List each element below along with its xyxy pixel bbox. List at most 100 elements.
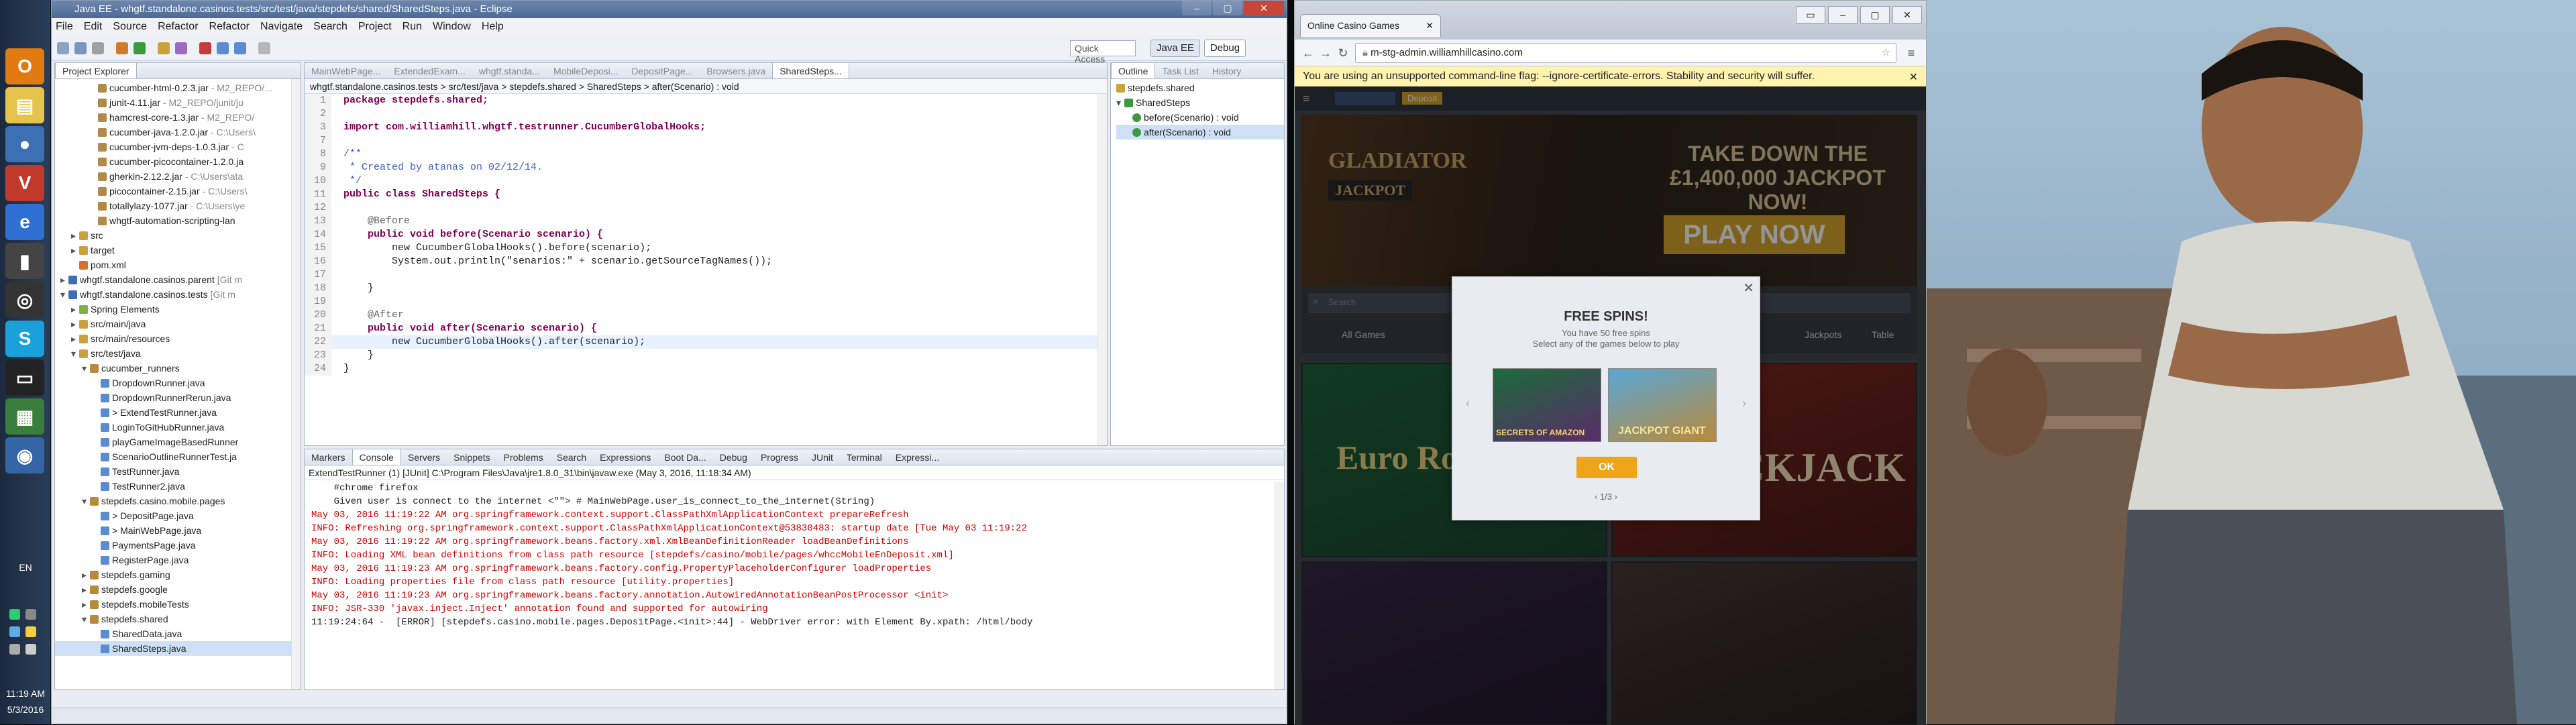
chrome-menu-icon[interactable]: ≡ — [1903, 45, 1919, 61]
minimize-button[interactable]: – — [1182, 1, 1212, 15]
tray-app-icon[interactable] — [25, 609, 36, 620]
open-type-icon[interactable] — [158, 42, 170, 54]
tree-row[interactable]: hamcrest-core-1.3.jar - M2_REPO/ — [55, 110, 301, 125]
menu-help[interactable]: Help — [482, 21, 504, 33]
tab-main-web-page[interactable]: MainWebPage... — [305, 63, 387, 78]
tree-row[interactable]: ▸ src — [55, 228, 301, 243]
tree-row[interactable]: ScenarioOutlineRunnerTest.ja — [55, 449, 301, 464]
terminal-app-icon[interactable]: ▭ — [5, 359, 44, 396]
cmd-app-icon[interactable]: ▮ — [5, 243, 44, 279]
tree-row[interactable]: pom.xml — [55, 258, 301, 272]
modal-next-arrow-icon[interactable]: › — [1742, 396, 1746, 410]
tab-console-view[interactable]: Terminal — [840, 449, 889, 465]
search-icon[interactable] — [175, 42, 187, 54]
tab-console-view[interactable]: Servers — [401, 449, 447, 465]
menu-window[interactable]: Window — [433, 21, 471, 33]
project-tree-scrollbar[interactable] — [291, 79, 301, 689]
tab-console-view[interactable]: Problems — [497, 449, 550, 465]
tree-row[interactable]: cucumber-java-1.2.0.jar - C:\Users\ — [55, 125, 301, 140]
quick-access-input[interactable]: Quick Access — [1070, 40, 1136, 64]
tab-whgtf-standa[interactable]: whgtf.standa... — [472, 63, 547, 78]
tree-row[interactable]: ▸ src/main/java — [55, 317, 301, 331]
tree-row[interactable]: ▸ whgtf.standalone.casinos.parent [Git m — [55, 272, 301, 287]
tab-mobile-deposi[interactable]: MobileDeposi... — [547, 63, 625, 78]
tree-row[interactable]: cucumber-jvm-deps-1.0.3.jar - C — [55, 140, 301, 154]
code-line[interactable]: 7 — [305, 134, 1107, 148]
editor-scrollbar[interactable] — [1097, 94, 1107, 445]
tree-toggle-icon[interactable]: ▸ — [82, 582, 90, 597]
code-line[interactable]: 13 @Before — [305, 215, 1107, 228]
tab-project-explorer[interactable]: Project Explorer — [55, 63, 137, 78]
tab-console-view[interactable]: Console — [352, 449, 401, 465]
blue-app-icon[interactable]: e — [5, 204, 44, 240]
game-jackpot-giant[interactable]: JACKPOT GIANT — [1608, 368, 1717, 442]
menu-source[interactable]: Source — [113, 21, 147, 33]
code-line[interactable]: 24} — [305, 362, 1107, 376]
tree-row[interactable]: junit-4.11.jar - M2_REPO/junit/ju — [55, 95, 301, 110]
perspective-java-ee[interactable]: Java EE — [1150, 40, 1200, 57]
tab-console-view[interactable]: Markers — [305, 449, 352, 465]
menu-project[interactable]: Project — [358, 21, 392, 33]
chrome-close-button[interactable]: ✕ — [1892, 6, 1922, 23]
code-line[interactable]: 21 public void after(Scenario scenario) … — [305, 322, 1107, 335]
tree-row[interactable]: whgtf-automation-scripting-lan — [55, 213, 301, 228]
tree-toggle-icon[interactable]: ▾ — [82, 612, 90, 626]
code-line[interactable]: 2 — [305, 107, 1107, 121]
tree-row[interactable]: cucumber-html-0.2.3.jar - M2_REPO/... — [55, 80, 301, 95]
tab-console-view[interactable]: Progress — [754, 449, 805, 465]
outline-package[interactable]: stepdefs.shared — [1116, 80, 1284, 95]
code-line[interactable]: 12 — [305, 201, 1107, 215]
tray-sync-icon[interactable] — [9, 626, 20, 637]
tree-toggle-icon[interactable]: ▸ — [82, 597, 90, 612]
debug-icon[interactable] — [116, 42, 128, 54]
tree-row[interactable]: ▸ src/main/resources — [55, 331, 301, 346]
reload-icon[interactable]: ↻ — [1335, 45, 1351, 61]
tree-toggle-icon[interactable]: ▾ — [71, 346, 79, 361]
tab-extended-exam[interactable]: ExtendedExam... — [387, 63, 472, 78]
tree-row[interactable]: SharedSteps.java — [55, 641, 301, 656]
forward-icon[interactable] — [234, 42, 246, 54]
tray-flag-icon[interactable] — [9, 644, 20, 655]
tray-network-icon[interactable] — [9, 609, 20, 620]
tab-close-icon[interactable]: ✕ — [1426, 20, 1434, 32]
tree-row[interactable]: ▸ target — [55, 243, 301, 258]
tab-task-list[interactable]: Task List — [1155, 63, 1205, 78]
code-line[interactable]: 15 new CucumberGlobalHooks().before(scen… — [305, 241, 1107, 255]
breadcrumb[interactable]: whgtf.standalone.casinos.tests > src/tes… — [305, 79, 1107, 94]
chrome-minimize-button[interactable]: – — [1828, 6, 1858, 23]
address-bar[interactable]: 🔒︎ m-stg-admin.williamhillcasino.com ☆ — [1355, 43, 1896, 63]
menu-refactor-2[interactable]: Refactor — [209, 21, 250, 33]
tree-toggle-icon[interactable]: ▾ — [60, 287, 68, 302]
tree-row[interactable]: TestRunner2.java — [55, 479, 301, 494]
tab-history[interactable]: History — [1205, 63, 1248, 78]
tree-row[interactable]: SharedData.java — [55, 626, 301, 641]
spreadsheet-app-icon[interactable]: ▦ — [5, 398, 44, 435]
tree-toggle-icon[interactable]: ▾ — [82, 494, 90, 508]
menu-navigate[interactable]: Navigate — [260, 21, 303, 33]
clock-date[interactable]: 5/3/2016 — [0, 704, 51, 715]
language-indicator[interactable]: EN — [0, 562, 51, 573]
run-icon[interactable] — [133, 42, 146, 54]
save-all-icon[interactable] — [92, 42, 104, 54]
tree-row[interactable]: DropdownRunnerRerun.java — [55, 390, 301, 405]
outline-method-before[interactable]: before(Scenario) : void — [1116, 110, 1284, 125]
tray-volume-icon[interactable] — [25, 644, 36, 655]
tree-row[interactable]: ▸ stepdefs.mobileTests — [55, 597, 301, 612]
back-icon[interactable] — [217, 42, 229, 54]
code-line[interactable]: 8 /** — [305, 148, 1107, 161]
code-line[interactable]: 14 public void before(Scenario scenario)… — [305, 228, 1107, 241]
tree-toggle-icon[interactable]: ▸ — [71, 317, 79, 331]
tree-toggle-icon[interactable]: ▸ — [71, 243, 79, 258]
file-explorer-icon[interactable]: ▤ — [5, 87, 44, 123]
maximize-button[interactable]: ▢ — [1213, 1, 1242, 15]
tree-row[interactable]: DropdownRunner.java — [55, 376, 301, 390]
chrome-maximize-button[interactable]: ▢ — [1860, 6, 1890, 23]
modal-prev-arrow-icon[interactable]: ‹ — [1466, 396, 1470, 410]
tray-warning-icon[interactable] — [25, 626, 36, 637]
code-line[interactable]: 22 new CucumberGlobalHooks().after(scena… — [305, 335, 1107, 349]
tree-row[interactable]: TestRunner.java — [55, 464, 301, 479]
bookmark-star-icon[interactable]: ☆ — [1882, 46, 1890, 58]
tree-toggle-icon[interactable]: ▸ — [60, 272, 68, 287]
tree-row[interactable]: gherkin-2.12.2.jar - C:\Users\ata — [55, 169, 301, 184]
code-line[interactable]: 11 public class SharedSteps { — [305, 188, 1107, 201]
